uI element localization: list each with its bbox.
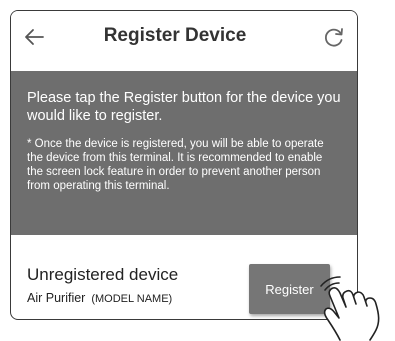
- refresh-icon[interactable]: [323, 26, 345, 48]
- model-name-label: (MODEL NAME): [91, 293, 173, 305]
- info-panel: Please tap the Register button for the d…: [11, 71, 357, 235]
- device-type: Air Purifier (MODEL NAME): [27, 291, 172, 305]
- device-screen: Register Device Please tap the Register …: [10, 10, 358, 320]
- device-row: Unregistered device Air Purifier (MODEL N…: [11, 245, 357, 319]
- device-type-label: Air Purifier: [27, 291, 86, 305]
- page-title: Register Device: [103, 25, 247, 46]
- tapping-hand-icon: [320, 276, 380, 341]
- app-bar: Register Device: [11, 11, 357, 63]
- device-status-label: Unregistered device: [27, 265, 179, 284]
- screen-lock-note: * Once the device is registered, you wil…: [27, 138, 324, 192]
- instruction-text: Please tap the Register button for the d…: [27, 90, 341, 124]
